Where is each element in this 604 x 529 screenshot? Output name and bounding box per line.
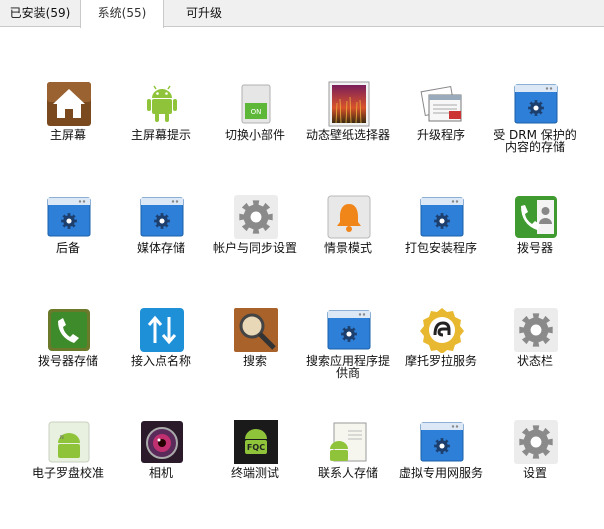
android-robot-icon (139, 81, 185, 127)
app-item[interactable]: 拨号器存储 (18, 307, 118, 417)
tab-installed[interactable]: 已安装(59) (0, 0, 80, 27)
gear-icon (233, 194, 279, 240)
tab-upgradable[interactable]: 可升级 (164, 0, 244, 27)
app-label: 联系人存储 (317, 466, 378, 480)
fqc-test-icon: FQC (233, 419, 279, 465)
toggle-switch-icon: ON (233, 81, 279, 127)
gear-icon (513, 307, 559, 353)
app-label: 拨号器存储 (37, 354, 98, 368)
settings-window-icon (139, 194, 185, 240)
transfer-arrows-icon (139, 307, 185, 353)
app-item[interactable]: 后备 (18, 194, 118, 304)
app-label: 搜索应用程序提供商 (305, 354, 390, 380)
settings-window-icon (513, 81, 559, 127)
app-label: 接入点名称 (130, 354, 191, 368)
app-item[interactable]: 帐户与同步设置 (205, 194, 305, 304)
app-label: 搜索 (242, 354, 267, 368)
app-item[interactable]: 搜索 (205, 307, 305, 417)
tab-system[interactable]: 系统(55) (80, 0, 164, 28)
app-label: 切换小部件 (224, 128, 285, 142)
app-label: 拨号器 (516, 241, 553, 255)
motorola-icon (419, 307, 465, 353)
app-item[interactable]: 搜索应用程序提供商 (298, 307, 398, 417)
app-item[interactable]: 主屏幕 (18, 81, 118, 191)
app-item[interactable]: 联系人存储 (298, 419, 398, 529)
app-item[interactable]: 设置 (485, 419, 585, 529)
app-label: 摩托罗拉服务 (404, 354, 477, 368)
camera-icon (139, 419, 185, 465)
app-label: 电子罗盘校准 (31, 466, 104, 480)
settings-window-icon (46, 194, 92, 240)
app-item[interactable]: 状态栏 (485, 307, 585, 417)
app-item[interactable]: 主屏幕提示 (111, 81, 211, 191)
app-label: 设置 (522, 466, 547, 480)
app-item[interactable]: 动态壁纸选择器 (298, 81, 398, 191)
bell-icon (326, 194, 372, 240)
updater-icon (419, 81, 465, 127)
app-item[interactable]: 拨号器 (485, 194, 585, 304)
phone-icon (46, 307, 92, 353)
app-label: 媒体存储 (136, 241, 185, 255)
app-item[interactable]: 升级程序 (391, 81, 491, 191)
app-grid: 主屏幕 主屏幕提示 ON 切换小部件 动态壁纸选择器 升级程序 受 DRM 保护… (0, 27, 604, 520)
app-item[interactable]: 媒体存储 (111, 194, 211, 304)
settings-window-icon (419, 419, 465, 465)
phone-contacts-icon (513, 194, 559, 240)
settings-window-icon (326, 307, 372, 353)
app-item[interactable]: 摩托罗拉服务 (391, 307, 491, 417)
live-wallpaper-icon (326, 81, 372, 127)
app-label: 主屏幕提示 (130, 128, 191, 142)
app-label: 帐户与同步设置 (212, 241, 297, 255)
svg-text:ON: ON (251, 108, 262, 116)
app-item[interactable]: 受 DRM 保护的内容的存储 (485, 81, 585, 191)
app-item[interactable]: 虚拟专用网服务 (391, 419, 491, 529)
app-label: 相机 (148, 466, 173, 480)
magnifier-icon (233, 307, 279, 353)
app-item[interactable]: N 电子罗盘校准 (18, 419, 118, 529)
app-item[interactable]: 打包安装程序 (391, 194, 491, 304)
app-item[interactable]: 情景模式 (298, 194, 398, 304)
app-label: 后备 (55, 241, 80, 255)
android-compass-icon: N (46, 419, 92, 465)
app-item[interactable]: 接入点名称 (111, 307, 211, 417)
app-label: 虚拟专用网服务 (398, 466, 483, 480)
settings-window-icon (419, 194, 465, 240)
app-label: 情景模式 (323, 241, 372, 255)
app-label: 升级程序 (416, 128, 465, 142)
svg-text:FQC: FQC (247, 443, 265, 452)
svg-text:N: N (60, 435, 64, 441)
tab-bar: 已安装(59) 系统(55) 可升级 (0, 0, 604, 28)
app-item[interactable]: ON 切换小部件 (205, 81, 305, 191)
app-label: 主屏幕 (49, 128, 86, 142)
home-icon (46, 81, 92, 127)
contacts-storage-icon (326, 419, 372, 465)
app-label: 打包安装程序 (404, 241, 477, 255)
app-item[interactable]: FQC 终端测试 (205, 419, 305, 529)
app-label: 终端测试 (230, 466, 279, 480)
app-item[interactable]: 相机 (111, 419, 211, 529)
app-label: 状态栏 (516, 354, 553, 368)
app-label: 受 DRM 保护的内容的存储 (493, 128, 577, 154)
app-label: 动态壁纸选择器 (305, 128, 390, 142)
gear-icon (513, 419, 559, 465)
